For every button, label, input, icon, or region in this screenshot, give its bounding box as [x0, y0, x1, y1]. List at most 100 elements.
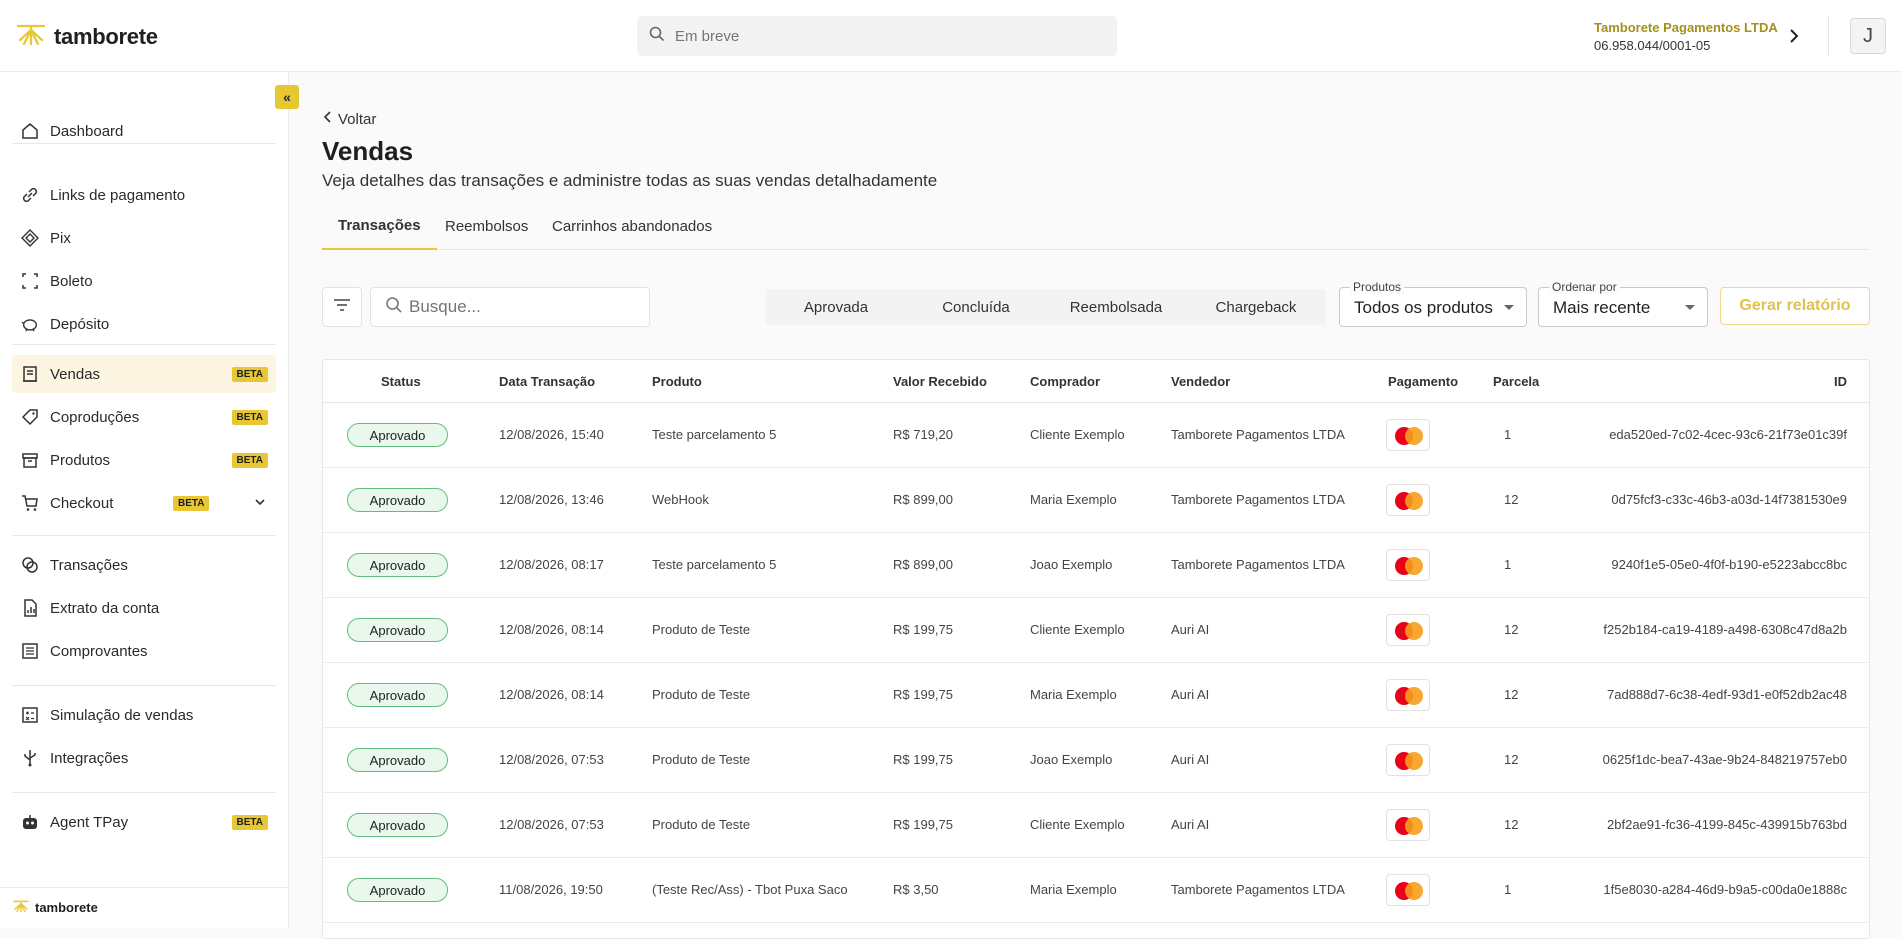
sidebar-item-dashboard[interactable]: Dashboard: [12, 112, 276, 150]
status-filter-aprovada[interactable]: Aprovada: [766, 289, 906, 325]
sidebar-item-coproducoes[interactable]: Coproduções BETA: [12, 398, 276, 436]
sidebar-item-transacoes[interactable]: Transações: [12, 546, 276, 584]
divider: [12, 685, 276, 686]
status-badge: Aprovado: [347, 813, 448, 837]
beta-badge: BETA: [231, 409, 268, 425]
order-select[interactable]: Ordenar por Mais recente: [1538, 280, 1708, 327]
transaction-id: 1f5e8030-a284-46d9-b9a5-c00da0e1888c: [1603, 882, 1847, 897]
divider: [12, 344, 276, 345]
sidebar-item-label: Coproduções: [50, 408, 140, 426]
table-row[interactable]: Aprovado 12/08/2026, 08:17 Teste parcela…: [323, 533, 1869, 598]
chevron-down-icon[interactable]: [254, 495, 266, 512]
table-row[interactable]: Aprovado 12/08/2026, 15:40 Teste parcela…: [323, 403, 1869, 468]
status-badge: Aprovado: [347, 553, 448, 577]
column-header[interactable]: Status: [381, 374, 421, 389]
transaction-id: 9240f1e5-05e0-4f0f-b190-e5223abcc8bc: [1611, 557, 1847, 572]
global-search-input[interactable]: [675, 27, 1075, 45]
beta-badge: BETA: [231, 366, 268, 382]
table-row[interactable]: Aprovado 12/08/2026, 08:14 Produto de Te…: [323, 598, 1869, 663]
sidebar-item-simulacao[interactable]: Simulação de vendas: [12, 696, 276, 734]
filter-button[interactable]: [322, 287, 362, 327]
tab-carrinhos-abandonados[interactable]: Carrinhos abandonados: [536, 202, 728, 250]
brand-logo[interactable]: tamborete: [16, 22, 158, 51]
sidebar-item-vendas[interactable]: Vendas BETA: [12, 355, 276, 393]
transaction-date: 12/08/2026, 15:40: [499, 427, 604, 442]
received-value: R$ 899,00: [893, 492, 953, 507]
seller-name: Tamborete Pagamentos LTDA: [1171, 882, 1345, 897]
sidebar-item-integracoes[interactable]: Integrações: [12, 739, 276, 777]
product-name: Teste parcelamento 5: [652, 557, 777, 572]
table-row[interactable]: Aprovado 12/08/2026, 13:46 WebHook R$ 89…: [323, 468, 1869, 533]
sidebar-item-boleto[interactable]: Boleto: [12, 262, 276, 300]
tab-transacoes[interactable]: Transações: [322, 202, 437, 250]
beta-badge: BETA: [231, 814, 268, 830]
seller-name: Tamborete Pagamentos LTDA: [1171, 427, 1345, 442]
beta-badge: BETA: [231, 452, 268, 468]
sales-search[interactable]: [370, 287, 650, 327]
installments: 12: [1504, 492, 1519, 507]
pix-icon: [20, 228, 40, 248]
company-selector[interactable]: Tamborete Pagamentos LTDA 06.958.044/000…: [1594, 20, 1778, 53]
tab-bar: Transações Reembolsos Carrinhos abandona…: [322, 202, 1870, 250]
buyer-name: Maria Exemplo: [1030, 492, 1117, 507]
sidebar-item-pix[interactable]: Pix: [12, 219, 276, 257]
mastercard-icon: [1386, 549, 1430, 581]
sales-search-input[interactable]: [409, 297, 639, 317]
chevron-right-icon[interactable]: [1782, 24, 1806, 48]
collapse-sidebar-button[interactable]: «: [275, 85, 299, 109]
column-header[interactable]: Valor Recebido: [893, 374, 987, 389]
back-link[interactable]: Voltar: [322, 110, 376, 128]
table-row[interactable]: Aprovado 12/08/2026, 08:14 Produto de Te…: [323, 663, 1869, 728]
column-header[interactable]: Vendedor: [1171, 374, 1230, 389]
transaction-id: 7ad888d7-6c38-4edf-93d1-e0f52db2ac48: [1607, 687, 1847, 702]
piggy-bank-icon: [20, 314, 40, 334]
column-header[interactable]: Parcela: [1493, 374, 1539, 389]
received-value: R$ 3,50: [893, 882, 939, 897]
status-filter-concluida[interactable]: Concluída: [906, 289, 1046, 325]
main-content: Voltar Vendas Veja detalhes das transaçõ…: [289, 72, 1902, 939]
caret-down-icon: [1685, 305, 1695, 310]
transaction-id: 2bf2ae91-fc36-4199-845c-439915b763bd: [1607, 817, 1847, 832]
transaction-date: 12/08/2026, 08:14: [499, 687, 604, 702]
tab-reembolsos[interactable]: Reembolsos: [429, 202, 544, 250]
sidebar-item-deposito[interactable]: Depósito: [12, 305, 276, 343]
sidebar-item-label: Simulação de vendas: [50, 706, 194, 724]
column-header[interactable]: Data Transação: [499, 374, 595, 389]
sidebar-item-payment-links[interactable]: Links de pagamento: [12, 176, 276, 214]
column-header[interactable]: Comprador: [1030, 374, 1100, 389]
sidebar-item-comprovantes[interactable]: Comprovantes: [12, 632, 276, 670]
mastercard-icon: [1386, 419, 1430, 451]
status-badge: Aprovado: [347, 878, 448, 902]
global-search[interactable]: [637, 16, 1117, 56]
cart-icon: [20, 493, 40, 513]
column-header[interactable]: ID: [1834, 374, 1847, 389]
installments: 1: [1504, 557, 1512, 572]
generate-report-button[interactable]: Gerar relatório: [1720, 287, 1870, 325]
sidebar-item-produtos[interactable]: Produtos BETA: [12, 441, 276, 479]
product-name: Produto de Teste: [652, 687, 751, 702]
table-row[interactable]: Aprovado 11/08/2026, 19:50 (Teste Rec/As…: [323, 858, 1869, 923]
status-filter-reembolsada[interactable]: Reembolsada: [1046, 289, 1186, 325]
transaction-id: 0d75fcf3-c33c-46b3-a03d-14f7381530e9: [1611, 492, 1847, 507]
sidebar-item-label: Integrações: [50, 749, 129, 767]
transaction-date: 12/08/2026, 07:53: [499, 817, 604, 832]
sidebar: Dashboard Links de pagamento Pix Boleto …: [0, 72, 289, 928]
products-select[interactable]: Produtos Todos os produtos: [1339, 280, 1527, 327]
mastercard-icon: [1386, 874, 1430, 906]
user-avatar[interactable]: J: [1850, 18, 1886, 54]
column-header[interactable]: Pagamento: [1388, 374, 1458, 389]
filter-icon: [333, 298, 351, 317]
sidebar-item-checkout[interactable]: Checkout BETA: [12, 484, 276, 522]
table-header: Status Data Transação Produto Valor Rece…: [323, 360, 1869, 403]
sidebar-item-extrato[interactable]: Extrato da conta: [12, 589, 276, 627]
sidebar-item-agent-tpay[interactable]: Agent TPay BETA: [12, 803, 276, 841]
table-row[interactable]: Aprovado 12/08/2026, 07:53 Produto de Te…: [323, 728, 1869, 793]
column-header[interactable]: Produto: [652, 374, 702, 389]
table-row[interactable]: Aprovado 12/08/2026, 07:53 Produto de Te…: [323, 793, 1869, 858]
buyer-name: Cliente Exemplo: [1030, 427, 1125, 442]
buyer-name: Cliente Exemplo: [1030, 817, 1125, 832]
product-name: Produto de Teste: [652, 817, 751, 832]
page-title: Vendas: [322, 136, 414, 166]
divider: [12, 143, 276, 144]
status-filter-chargeback[interactable]: Chargeback: [1186, 289, 1326, 325]
